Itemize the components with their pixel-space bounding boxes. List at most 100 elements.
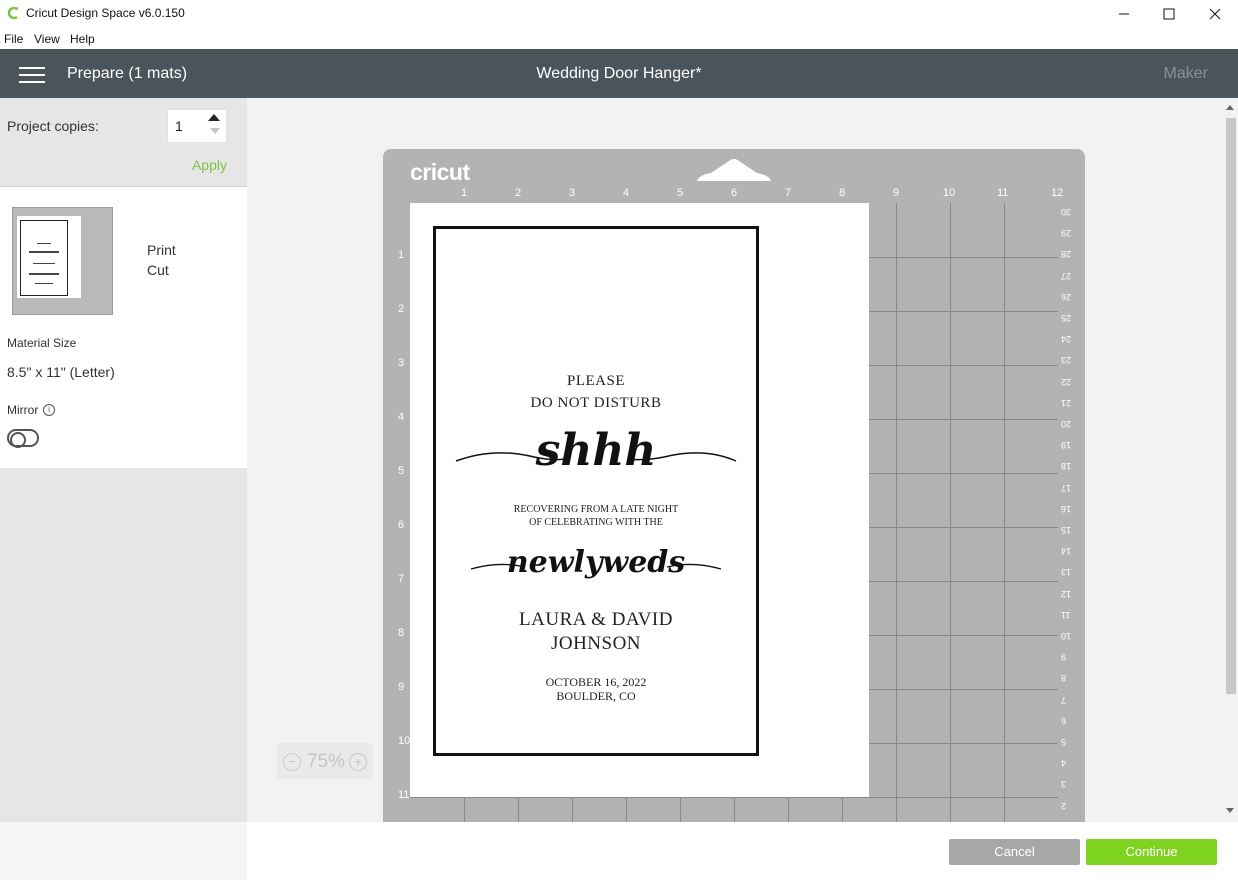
footer-bar: Cancel Continue xyxy=(247,822,1238,880)
right-ruler-tick: 24 xyxy=(1061,334,1072,345)
zoom-in-icon[interactable]: + xyxy=(349,753,367,771)
maximize-button[interactable] xyxy=(1146,0,1192,28)
right-ruler-tick: 30 xyxy=(1061,207,1072,217)
right-ruler-tick: 22 xyxy=(1061,376,1072,387)
menu-view[interactable]: View xyxy=(34,32,60,46)
mirror-toggle[interactable] xyxy=(7,429,39,448)
right-ruler-tick: 20 xyxy=(1061,419,1072,429)
design-text-names: LAURA & DAVID xyxy=(519,609,673,630)
vertical-scrollbar[interactable] xyxy=(1222,98,1238,822)
project-title: Wedding Door Hanger* xyxy=(536,65,702,82)
door-hanger-design[interactable]: PLEASE DO NOT DISTURB shhh RECOVERING FR… xyxy=(433,226,759,756)
mat-thumbnail[interactable] xyxy=(12,207,113,315)
top-ruler-tick: 2 xyxy=(515,187,522,199)
menu-file[interactable]: File xyxy=(4,32,23,46)
paper-sheet: PLEASE DO NOT DISTURB shhh RECOVERING FR… xyxy=(410,203,869,797)
right-ruler-tick: 10 xyxy=(1061,631,1072,641)
design-text-date: OCTOBER 16, 2022 xyxy=(545,675,647,689)
machine-selector[interactable]: Maker xyxy=(1164,65,1208,83)
right-ruler-tick: 25 xyxy=(1061,313,1072,323)
top-ruler-tick: 7 xyxy=(785,187,792,199)
scroll-up-arrow-icon[interactable] xyxy=(1226,104,1234,110)
left-panel-empty-area xyxy=(0,468,247,822)
close-button[interactable] xyxy=(1192,0,1238,28)
app-header: Prepare (1 mats) Wedding Door Hanger* Ma… xyxy=(0,49,1238,98)
minimize-icon xyxy=(1119,13,1129,15)
top-ruler-tick: 8 xyxy=(839,187,846,199)
right-ruler-tick: 4 xyxy=(1061,758,1067,769)
mat-type-cut: Cut xyxy=(147,262,169,278)
right-ruler-tick: 29 xyxy=(1061,228,1072,239)
design-text-please: PLEASE xyxy=(566,373,625,389)
project-copies-label: Project copies: xyxy=(7,118,99,134)
project-copies-value[interactable]: 1 xyxy=(175,118,183,134)
project-copies-section: Project copies: 1 Apply xyxy=(0,98,247,187)
top-ruler-tick: 6 xyxy=(731,187,738,199)
right-ruler-tick: 13 xyxy=(1061,567,1072,578)
info-icon[interactable]: i xyxy=(43,404,55,416)
cancel-button[interactable]: Cancel xyxy=(949,839,1080,865)
mirror-label: Mirror xyxy=(7,403,39,417)
design-text-celebrating: OF CELEBRATING WITH THE xyxy=(529,517,663,528)
right-ruler-tick: 27 xyxy=(1061,270,1072,281)
left-ruler-tick: 3 xyxy=(398,357,405,369)
close-icon xyxy=(1209,8,1221,20)
design-script-shhh: shhh xyxy=(535,425,657,476)
top-ruler-tick: 11 xyxy=(997,187,1009,199)
minimize-button[interactable] xyxy=(1101,0,1147,28)
toggle-knob xyxy=(10,432,26,448)
continue-button[interactable]: Continue xyxy=(1086,839,1217,865)
cutting-mat: cricut PLEASE DO NOT DISTURB shhh RECOVE… xyxy=(383,149,1085,822)
left-ruler-tick: 1 xyxy=(398,249,405,261)
design-script-newlyweds: newlyweds xyxy=(506,545,686,580)
right-ruler-tick: 9 xyxy=(1061,652,1067,663)
zoom-out-icon[interactable]: − xyxy=(283,753,301,771)
scroll-down-arrow-icon[interactable] xyxy=(1226,808,1234,814)
right-ruler-tick: 18 xyxy=(1061,461,1072,472)
apply-button[interactable]: Apply xyxy=(192,157,227,173)
mat-canvas[interactable]: cricut PLEASE DO NOT DISTURB shhh RECOVE… xyxy=(247,98,1238,822)
grid-line xyxy=(1004,203,1005,822)
right-ruler-tick: 5 xyxy=(1061,737,1067,747)
top-ruler-tick: 4 xyxy=(623,187,630,199)
right-ruler-tick: 7 xyxy=(1061,694,1067,705)
left-ruler-tick: 8 xyxy=(398,627,405,639)
left-ruler-tick: 4 xyxy=(398,411,405,423)
right-ruler-tick: 11 xyxy=(1061,609,1071,620)
top-ruler-tick: 3 xyxy=(569,187,576,199)
material-size-label: Material Size xyxy=(7,336,77,350)
left-ruler-tick: 6 xyxy=(398,519,405,531)
right-ruler-tick: 28 xyxy=(1061,249,1072,260)
mat-thumbnail-design xyxy=(20,220,68,296)
mat-type-print: Print xyxy=(147,242,176,258)
top-ruler-tick: 10 xyxy=(943,187,956,199)
maximize-icon xyxy=(1163,8,1175,20)
right-ruler-tick: 19 xyxy=(1061,440,1072,451)
mat-notch-icon xyxy=(697,159,771,181)
increment-arrow-icon[interactable] xyxy=(208,114,220,121)
right-ruler-tick: 2 xyxy=(1061,800,1067,811)
grid-line xyxy=(410,797,1058,798)
top-ruler-tick: 12 xyxy=(1051,187,1064,199)
material-size-value[interactable]: 8.5" x 11" (Letter) xyxy=(7,364,115,380)
decrement-arrow-icon[interactable] xyxy=(210,128,220,134)
right-ruler-tick: 14 xyxy=(1061,546,1072,557)
right-ruler-tick: 16 xyxy=(1061,503,1072,514)
design-text-do-not-disturb: DO NOT DISTURB xyxy=(530,395,662,411)
zoom-level: 75% xyxy=(307,751,346,772)
left-ruler-tick: 9 xyxy=(398,681,405,693)
menu-help[interactable]: Help xyxy=(70,32,95,46)
menu-bar: File View Help xyxy=(0,28,1238,49)
design-text-recovering: RECOVERING FROM A LATE NIGHT xyxy=(513,504,679,515)
right-ruler-tick: 3 xyxy=(1061,779,1067,790)
left-ruler-tick: 2 xyxy=(398,303,405,315)
right-ruler-tick: 8 xyxy=(1061,673,1067,684)
project-copies-stepper[interactable]: 1 xyxy=(167,109,227,143)
left-panel: Project copies: 1 Apply Print Cut Materi… xyxy=(0,98,247,880)
scrollbar-thumb[interactable] xyxy=(1226,118,1236,694)
left-ruler-tick: 7 xyxy=(398,573,405,585)
title-bar: Cricut Design Space v6.0.150 xyxy=(0,0,1238,28)
right-ruler-tick: 15 xyxy=(1061,525,1072,535)
top-ruler-tick: 9 xyxy=(893,187,900,199)
mat-thumbnail-paper xyxy=(17,216,81,298)
